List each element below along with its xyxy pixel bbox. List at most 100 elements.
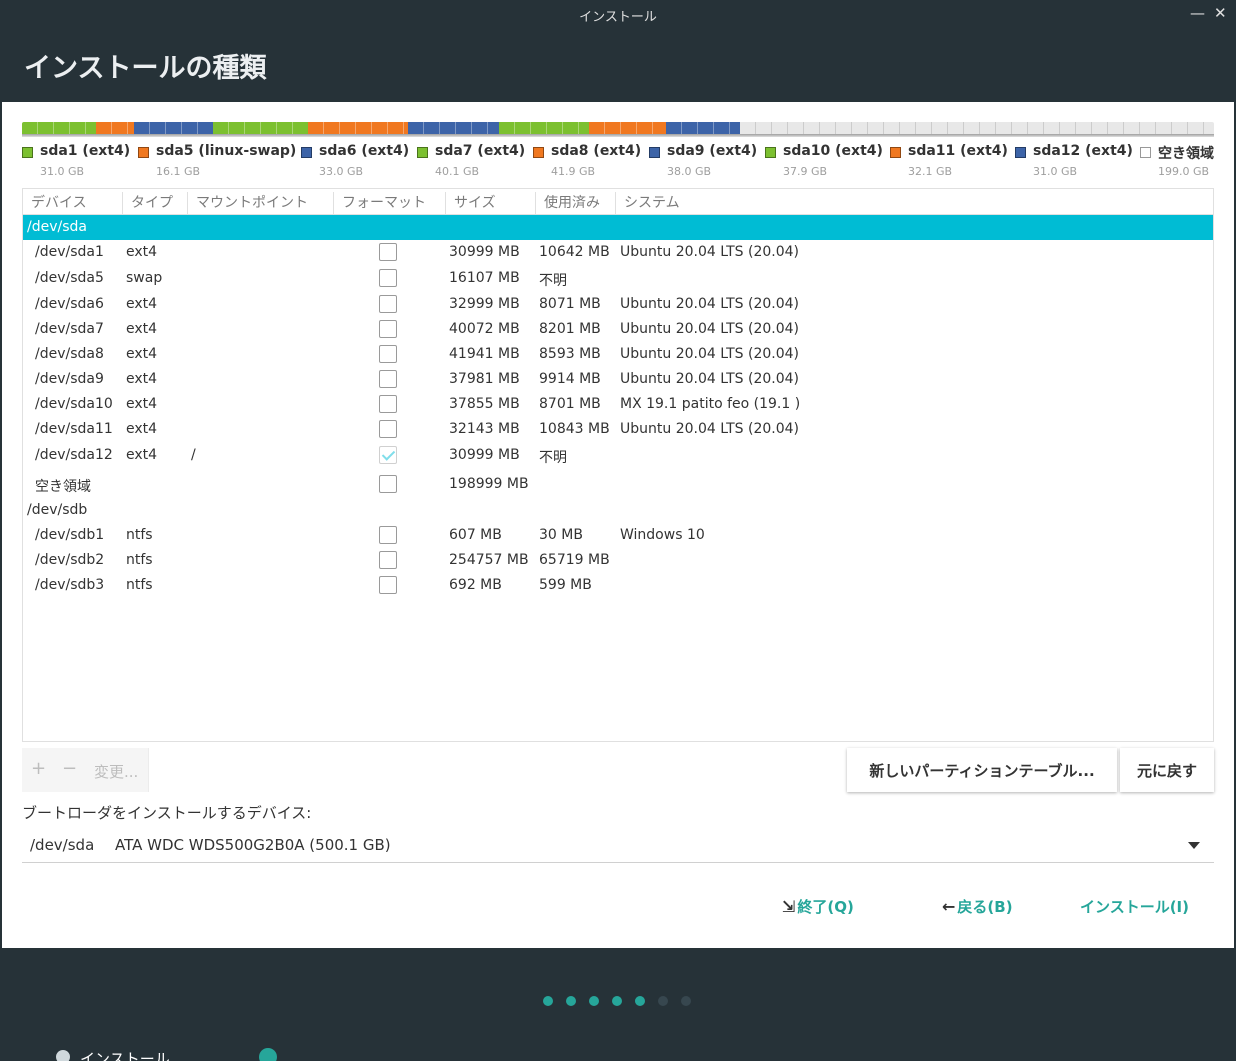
partition-row[interactable]: /dev/sda7 ext4 40072 MB 8201 MB Ubuntu 20.04… <box>23 317 1213 342</box>
disk-row[interactable]: /dev/sdb <box>23 498 1213 523</box>
partition-size: 37855 MB <box>449 396 520 412</box>
column-header[interactable]: タイプ <box>122 192 187 214</box>
partition-system: Ubuntu 20.04 LTS (20.04) <box>620 296 799 312</box>
legend-swatch <box>1015 147 1026 158</box>
column-header[interactable]: システム <box>615 192 1213 214</box>
device-name: /dev/sdb1 <box>35 527 105 543</box>
format-checkbox[interactable] <box>379 295 397 313</box>
close-button[interactable]: ✕ <box>1214 4 1227 22</box>
column-header[interactable]: サイズ <box>445 192 535 214</box>
partition-row[interactable]: /dev/sdb2 ntfs 254757 MB 65719 MB <box>23 548 1213 573</box>
partition-size: 16107 MB <box>449 270 520 286</box>
format-checkbox[interactable] <box>379 475 397 493</box>
column-header[interactable]: マウントポイント <box>187 192 333 214</box>
partition-type: ext4 <box>126 447 158 463</box>
legend-size: 41.9 GB <box>551 165 596 178</box>
partition-row[interactable]: /dev/sda9 ext4 37981 MB 9914 MB Ubuntu 20.04… <box>23 367 1213 392</box>
partition-size: 32143 MB <box>449 421 520 437</box>
device-name: /dev/sda8 <box>35 346 104 362</box>
legend-name: sda9 (ext4) <box>667 143 758 159</box>
partition-table: デバイス タイプ マウントポイント フォーマット サイズ 使用済み システム /dev/sd… <box>22 188 1214 742</box>
partition-type: ext4 <box>126 321 158 337</box>
dropdown-arrow-icon <box>1188 842 1200 849</box>
format-checkbox[interactable] <box>379 370 397 388</box>
partition-system: Ubuntu 20.04 LTS (20.04) <box>620 244 799 260</box>
add-partition-button[interactable]: + <box>31 758 46 779</box>
quit-button[interactable]: ⇲ 終了(Q) <box>782 894 854 918</box>
partition-system: Ubuntu 20.04 LTS (20.04) <box>620 346 799 362</box>
legend-swatch <box>138 147 149 158</box>
page-title: インストールの種類 <box>24 53 267 84</box>
progress-dot <box>658 996 668 1006</box>
format-checkbox[interactable] <box>379 395 397 413</box>
device-name: /dev/sda5 <box>35 270 104 286</box>
partition-size: 37981 MB <box>449 371 520 387</box>
format-checkbox[interactable] <box>379 320 397 338</box>
legend-size: 38.0 GB <box>667 165 712 178</box>
partition-system: Ubuntu 20.04 LTS (20.04) <box>620 421 799 437</box>
back-button[interactable]: ← 戻る(B) <box>942 894 1013 918</box>
partition-size: 41941 MB <box>449 346 520 362</box>
legend-size: 31.0 GB <box>40 165 85 178</box>
partition-type: ext4 <box>126 346 158 362</box>
partition-row[interactable]: /dev/sdb1 ntfs 607 MB 30 MB Windows 10 <box>23 523 1213 548</box>
progress-dot <box>612 996 622 1006</box>
format-checkbox[interactable] <box>379 576 397 594</box>
title-bar: インストール — ✕ <box>0 0 1236 28</box>
column-header[interactable]: デバイス <box>23 192 122 214</box>
change-partition-button[interactable]: 変更... <box>94 761 138 782</box>
table-header: デバイス タイプ マウントポイント フォーマット サイズ 使用済み システム <box>23 189 1213 215</box>
legend-swatch <box>533 147 544 158</box>
format-checkbox[interactable] <box>379 269 397 287</box>
partition-used: 不明 <box>539 273 567 289</box>
device-name: /dev/sda1 <box>35 244 104 260</box>
install-button[interactable]: インストール(I) <box>1080 894 1189 918</box>
partition-system: Ubuntu 20.04 LTS (20.04) <box>620 371 799 387</box>
taskbar-installer-label[interactable]: インストール <box>80 1048 170 1061</box>
format-checkbox[interactable] <box>379 243 397 261</box>
partition-used: 65719 MB <box>539 552 610 568</box>
bootloader-device-select[interactable]: /dev/sda ATA WDC WDS500G2B0A (500.1 GB) <box>22 830 1214 863</box>
revert-button[interactable]: 元に戻す <box>1120 748 1214 792</box>
format-checkbox[interactable] <box>379 446 397 464</box>
format-checkbox[interactable] <box>379 551 397 569</box>
partition-used: 8201 MB <box>539 321 601 337</box>
device-name: /dev/sda6 <box>35 296 104 312</box>
legend-name: sda10 (ext4) <box>783 143 883 159</box>
legend-swatch <box>1140 147 1151 158</box>
legend-size: 16.1 GB <box>156 165 201 178</box>
partition-row[interactable]: /dev/sdb3 ntfs 692 MB 599 MB <box>23 573 1213 598</box>
progress-dots <box>0 996 1236 1010</box>
legend-name: sda8 (ext4) <box>551 143 642 159</box>
partition-row[interactable]: /dev/sda6 ext4 32999 MB 8071 MB Ubuntu 20.04… <box>23 292 1213 317</box>
partition-row[interactable]: /dev/sda5 swap 16107 MB 不明 <box>23 266 1213 291</box>
format-checkbox[interactable] <box>379 526 397 544</box>
bootloader-device: /dev/sda <box>30 836 95 854</box>
partition-row[interactable]: /dev/sda1 ext4 30999 MB 10642 MB Ubuntu 20.0… <box>23 240 1213 265</box>
partition-type: ntfs <box>126 527 153 543</box>
page-header: インストールの種類 <box>0 28 1236 102</box>
taskbar: インストール <box>0 1046 1236 1061</box>
app-icon[interactable] <box>259 1048 277 1061</box>
disk-row[interactable]: /dev/sda <box>23 215 1213 240</box>
partition-used: 8701 MB <box>539 396 601 412</box>
format-checkbox[interactable] <box>379 420 397 438</box>
partition-row[interactable]: /dev/sda12 ext4 / 30999 MB 不明 <box>23 443 1213 468</box>
format-checkbox[interactable] <box>379 345 397 363</box>
column-header[interactable]: 使用済み <box>535 192 615 214</box>
legend-name: sda6 (ext4) <box>319 143 410 159</box>
partition-bar-shadow <box>22 134 1214 137</box>
partition-type: ext4 <box>126 244 158 260</box>
new-partition-table-button[interactable]: 新しいパーティションテーブル... <box>847 748 1117 792</box>
partition-row[interactable]: 空き領域 198999 MB <box>23 472 1213 497</box>
minimize-button[interactable]: — <box>1190 4 1205 22</box>
partition-row[interactable]: /dev/sda11 ext4 32143 MB 10843 MB Ubuntu 20.… <box>23 417 1213 442</box>
column-header[interactable]: フォーマット <box>333 192 445 214</box>
partition-type: ntfs <box>126 577 153 593</box>
legend-name: sda7 (ext4) <box>435 143 526 159</box>
device-name: /dev/sda <box>27 219 87 235</box>
remove-partition-button[interactable]: − <box>62 758 77 779</box>
partition-row[interactable]: /dev/sda8 ext4 41941 MB 8593 MB Ubuntu 20.04… <box>23 342 1213 367</box>
legend-size: 31.0 GB <box>1033 165 1078 178</box>
partition-row[interactable]: /dev/sda10 ext4 37855 MB 8701 MB MX 19.1 pat… <box>23 392 1213 417</box>
